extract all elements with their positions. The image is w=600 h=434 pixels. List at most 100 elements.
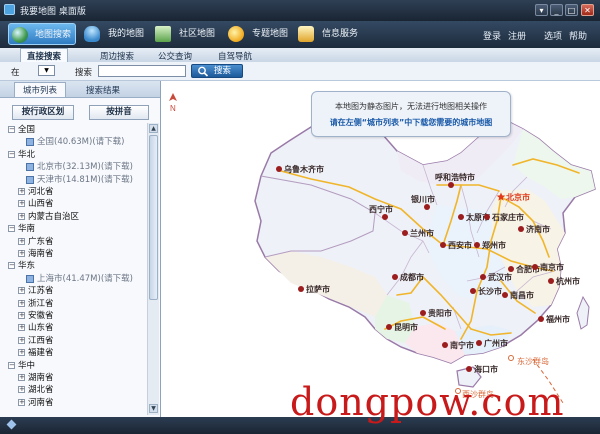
city-label: 西宁市 (369, 204, 393, 214)
ie-icon (228, 26, 244, 42)
city-label: 海口市 (474, 364, 498, 374)
panel-tabs: 城市列表 搜索结果 (0, 81, 160, 98)
tree-item-label: 江西省 (28, 335, 54, 346)
city-dot (480, 274, 486, 280)
expand-icon[interactable]: + (18, 299, 25, 307)
compass-label: N (170, 104, 176, 113)
tab-map-search[interactable]: 地图搜索 (8, 23, 76, 45)
tab-city-list[interactable]: 城市列表 (14, 82, 67, 97)
minimize-button[interactable]: _ (550, 4, 563, 16)
tab-nearby-search[interactable]: 周边搜索 (100, 50, 134, 62)
tree-item-label: 湖南省 (28, 373, 54, 383)
tree-item-label: 广东省 (28, 236, 54, 247)
tree-item-label: 上海市(41.47M)(请下载) (37, 273, 133, 284)
city-dot (386, 324, 392, 330)
collapse-icon[interactable]: − (8, 361, 15, 369)
tab-driving-navigation[interactable]: 自驾导航 (218, 50, 252, 62)
collapse-icon[interactable]: − (8, 262, 15, 270)
window-menu-button[interactable]: ▾ (535, 4, 548, 16)
login-link[interactable]: 登录 (483, 29, 501, 42)
city-dot (538, 316, 544, 322)
city-label: 昆明市 (394, 322, 418, 332)
collapse-icon[interactable]: − (8, 150, 15, 158)
city-marker: 乌鲁木齐市 (276, 164, 324, 174)
search-button[interactable]: 搜索 (191, 64, 243, 78)
search-bar: 在 ▼ 搜索 搜索 (0, 62, 600, 81)
scroll-up-arrow-icon[interactable]: ▲ (149, 124, 158, 133)
collapse-icon[interactable]: − (8, 126, 15, 133)
map-view[interactable]: 东沙群岛 西沙群岛 N 乌鲁木齐市 呼和浩特市 北京市 银川市 太原市 石家庄市 西宁市 兰州… (161, 81, 600, 417)
title-bar[interactable]: 我要地图 桌面版 ▾ _ □ ✕ (0, 0, 600, 21)
expand-icon[interactable]: + (18, 188, 25, 195)
map-file-icon (26, 163, 34, 172)
close-button[interactable]: ✕ (581, 4, 594, 16)
city-dot (448, 182, 454, 188)
city-list-panel: 城市列表 搜索结果 按行政区划 按拼音 − 全国 全国(40.63M)(请下载) − 华… (0, 81, 161, 417)
register-link[interactable]: 注册 (508, 29, 526, 42)
city-dot (484, 214, 490, 220)
sort-by-region-button[interactable]: 按行政区划 (12, 105, 74, 120)
tree-item-label: 海南省 (28, 249, 54, 259)
city-dot (470, 288, 476, 294)
city-label: 福州市 (545, 314, 570, 324)
window-title: 我要地图 桌面版 (20, 7, 86, 17)
tree-item-label: 湖北省 (28, 385, 54, 396)
city-dot (474, 242, 480, 248)
users-icon (84, 26, 100, 42)
tree-item-label: 山西省 (28, 199, 54, 210)
city-label: 乌鲁木齐市 (284, 164, 324, 174)
tab-bus-query[interactable]: 公交查询 (158, 50, 192, 62)
city-dot (508, 266, 514, 272)
tab-thematic-map[interactable]: 专题地图 (228, 23, 292, 45)
city-label: 武汉市 (488, 272, 512, 282)
tab-community-map[interactable]: 社区地图 (155, 23, 219, 45)
expand-icon[interactable]: + (18, 250, 25, 257)
city-dot (298, 286, 304, 292)
tab-direct-search[interactable]: 直接搜索 (20, 48, 69, 62)
in-label: 在 (11, 68, 20, 78)
expand-icon[interactable]: + (18, 237, 25, 245)
tree-item-label: 全国 (18, 125, 36, 135)
tree-item-label: 安徽省 (28, 311, 54, 321)
expand-icon[interactable]: + (18, 312, 25, 319)
notice-line-2: 请在左侧“城市列表”中下载您需要的城市地图 (329, 118, 493, 127)
tree-item-label: 内蒙古自治区 (28, 211, 80, 222)
north-arrow-icon: N (169, 93, 177, 113)
sort-by-pinyin-button[interactable]: 按拼音 (89, 105, 149, 120)
expand-icon[interactable]: + (18, 336, 25, 344)
city-label: 贵阳市 (428, 308, 452, 318)
document-icon (155, 26, 171, 42)
scroll-thumb[interactable] (149, 135, 158, 300)
help-link[interactable]: 帮助 (569, 29, 587, 42)
expand-icon[interactable]: + (18, 200, 25, 208)
tree-item-label: 华北 (18, 149, 36, 160)
expand-icon[interactable]: + (18, 349, 25, 357)
globe-icon (12, 27, 28, 43)
collapse-icon[interactable]: − (8, 225, 15, 233)
city-label: 北京市 (506, 192, 530, 202)
city-dot (440, 242, 446, 248)
tab-my-map[interactable]: 我的地图 (84, 23, 148, 45)
expand-icon[interactable]: + (18, 212, 25, 220)
city-label: 西安市 (448, 240, 472, 250)
taiwan-island (576, 295, 590, 330)
city-label: 银川市 (410, 194, 435, 204)
city-label: 杭州市 (556, 276, 580, 286)
region-select[interactable]: ▼ (38, 65, 55, 76)
map-file-icon (26, 175, 34, 184)
tree-scrollbar[interactable]: ▲ ▼ (147, 123, 159, 415)
expand-icon[interactable]: + (18, 386, 25, 394)
expand-icon[interactable]: + (18, 398, 25, 406)
tab-search-results[interactable]: 搜索结果 (86, 84, 120, 96)
expand-icon[interactable]: + (18, 324, 25, 332)
tab-info-service[interactable]: 信息服务 (298, 23, 362, 45)
city-label: 济南市 (526, 224, 550, 234)
expand-icon[interactable]: + (18, 374, 25, 381)
app-icon (4, 4, 15, 15)
expand-icon[interactable]: + (18, 287, 25, 295)
search-input[interactable] (98, 65, 186, 77)
scroll-down-arrow-icon[interactable]: ▼ (149, 404, 158, 413)
options-link[interactable]: 选项 (544, 29, 562, 42)
city-tree: − 全国 全国(40.63M)(请下载) − 华北 北京市(32.13M)(请下载) 天津市… (0, 123, 147, 415)
maximize-button[interactable]: □ (565, 4, 578, 16)
